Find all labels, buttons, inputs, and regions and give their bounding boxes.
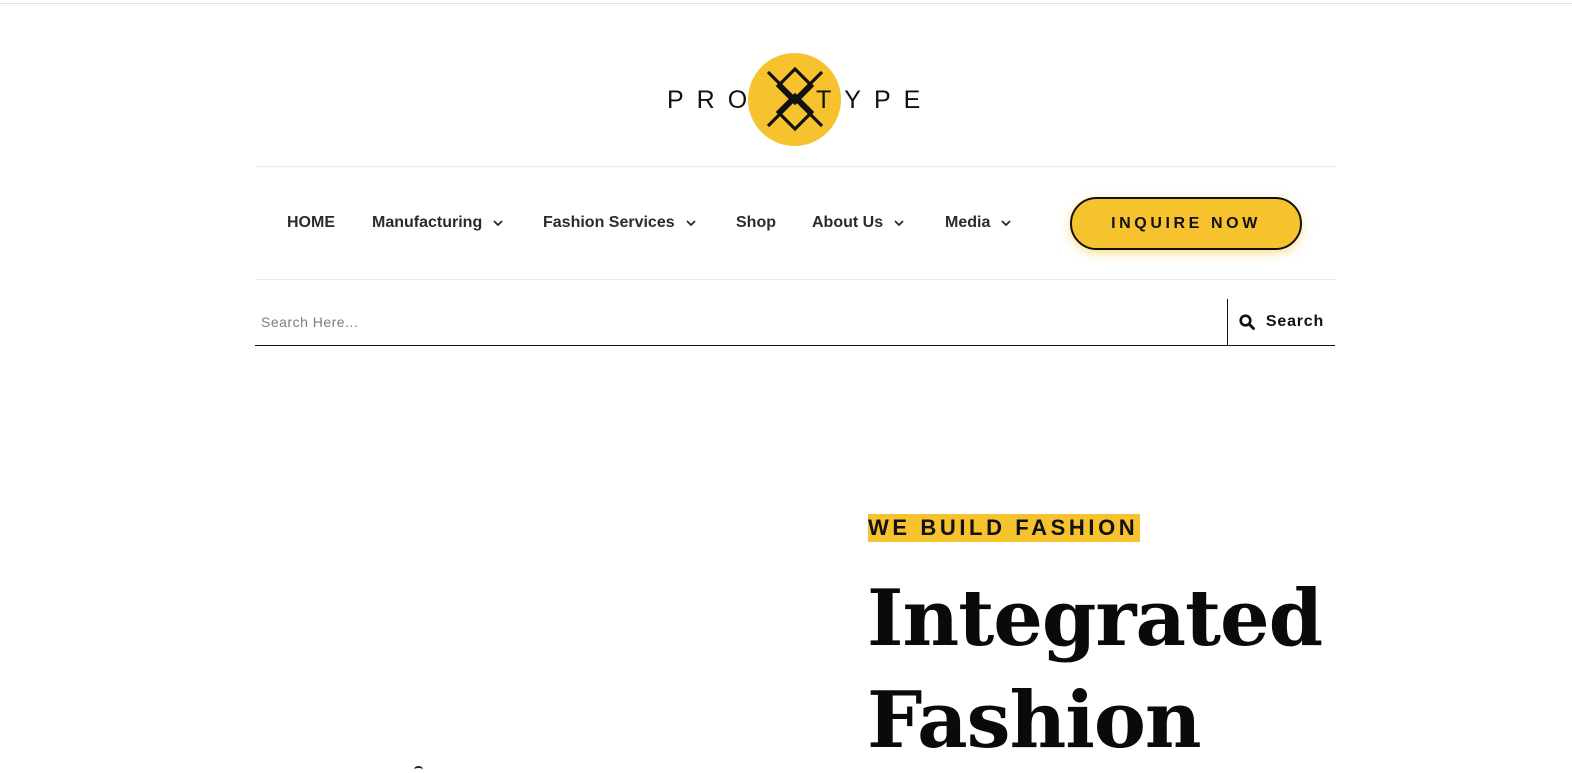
search-input[interactable] <box>255 299 1227 344</box>
nav-item-shop[interactable]: Shop <box>736 212 776 234</box>
nav-item-home[interactable]: HOME <box>287 212 335 234</box>
nav-item-label: About Us <box>812 214 884 231</box>
logo-text-right: TYPE <box>816 86 934 114</box>
hero-eyebrow: WE BUILD FASHION <box>868 514 1141 542</box>
nav-item-label: Manufacturing <box>372 214 483 231</box>
chevron-down-icon <box>894 220 904 227</box>
search-button[interactable]: Search <box>1227 299 1335 345</box>
partial-graphic <box>414 766 423 773</box>
site-logo[interactable]: PROT TYPE <box>660 52 925 148</box>
hero-title-line: Fashion <box>867 675 1202 766</box>
chevron-down-icon <box>493 220 503 227</box>
nav-item-label: Media <box>945 214 991 231</box>
search-bar: Search <box>255 299 1335 346</box>
main-navigation: HOME Manufacturing Fashion Services Shop… <box>256 166 1336 280</box>
search-button-label: Search <box>1265 313 1325 330</box>
inquire-now-button[interactable]: INQUIRE NOW <box>1070 197 1302 250</box>
nav-item-media[interactable]: Media <box>945 212 1012 234</box>
search-icon <box>1239 314 1255 330</box>
nav-item-label: Shop <box>736 214 776 231</box>
nav-item-label: Fashion Services <box>543 214 675 231</box>
hero-title-line: Integrated <box>867 573 1323 664</box>
top-divider <box>0 3 1572 4</box>
nav-item-label: HOME <box>287 214 335 231</box>
nav-item-manufacturing[interactable]: Manufacturing <box>372 212 504 234</box>
hero-title: Integrated Fashion <box>867 568 1387 772</box>
nav-item-about-us[interactable]: About Us <box>812 212 905 234</box>
nav-item-fashion-services[interactable]: Fashion Services <box>543 212 697 234</box>
chevron-down-icon <box>685 220 696 227</box>
chevron-down-icon <box>1001 220 1011 227</box>
